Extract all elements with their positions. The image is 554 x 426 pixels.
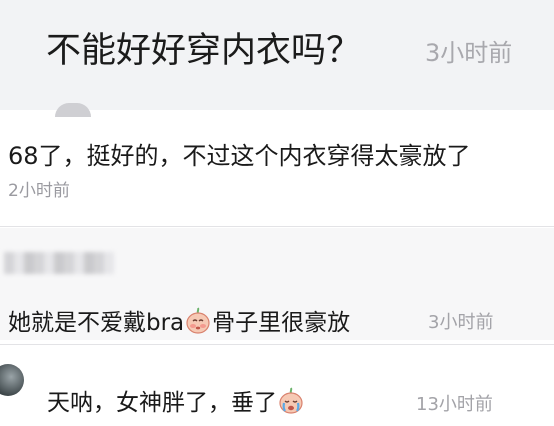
divider [0, 226, 554, 227]
comment-timestamp: 13小时前 [416, 394, 493, 415]
comment-text-body: 天呐，女神胖了，垂了 [47, 390, 277, 416]
blushing-face-emoji-icon [186, 307, 210, 334]
post-timestamp: 3小时前 [425, 39, 513, 67]
comment-timestamp: 3小时前 [428, 312, 494, 333]
comment-text: 68了，挺好的，不过这个内衣穿得太豪放了 [8, 142, 471, 170]
divider [0, 344, 554, 345]
post-header: 不能好好穿内衣吗？ 3小时前 [0, 0, 554, 110]
comment-text-before-emoji: 她就是不爱戴bra [8, 310, 185, 336]
post-title: 不能好好穿内衣吗？ [46, 31, 362, 71]
comment-timestamp: 2小时前 [8, 181, 70, 201]
crying-face-emoji-icon [279, 387, 303, 414]
avatar[interactable] [55, 103, 91, 117]
comment-text: 她就是不爱戴bra 骨子里很豪放 [8, 303, 350, 337]
comment-text-after-emoji: 骨子里很豪放 [212, 310, 351, 336]
blurred-username [4, 252, 114, 274]
comment-text: 天呐，女神胖了，垂了 [47, 383, 305, 417]
